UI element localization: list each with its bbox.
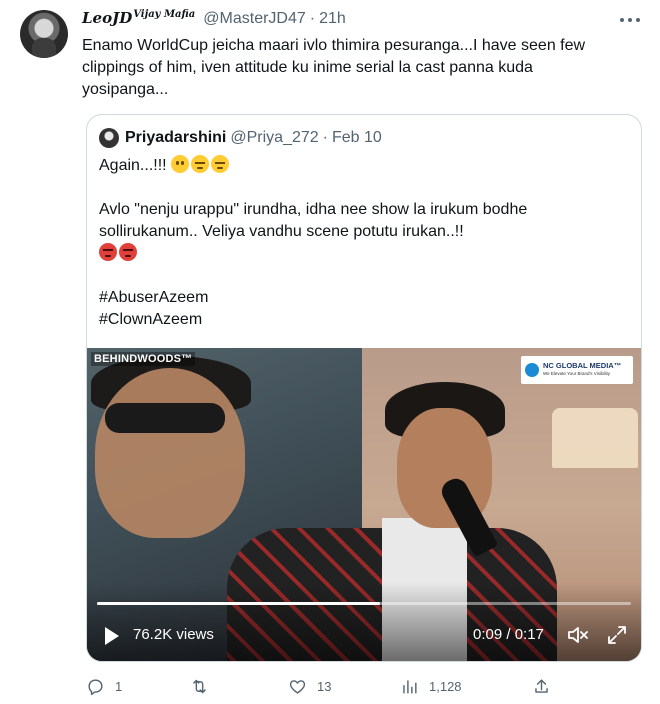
timestamp[interactable]: 21h — [319, 10, 346, 28]
handle[interactable]: @MasterJD47 — [203, 10, 306, 28]
heart-icon — [289, 679, 306, 694]
angry-face-icon — [99, 243, 117, 261]
views-button[interactable]: 1,128 — [400, 672, 462, 700]
video-brand-badge: NC GLOBAL MEDIA™ We Elevate Your Brand's… — [521, 356, 633, 384]
retweet-icon — [193, 679, 206, 693]
brand-name: NC GLOBAL MEDIA™ — [543, 361, 622, 370]
video-player[interactable]: BEHINDWOODS™ NC GLOBAL MEDIA™ We Elevate… — [87, 348, 641, 661]
quoted-tweet[interactable]: Priyadarshini @Priya_272 · Feb 10 Again.… — [86, 114, 642, 662]
brand-tagline: We Elevate Your Brand's Visibility — [543, 371, 610, 376]
pensive-face-icon — [211, 155, 230, 173]
mute-icon[interactable] — [567, 625, 589, 645]
reply-icon — [88, 678, 103, 695]
quoted-tweet-header: Priyadarshini @Priya_272 · Feb 10 — [99, 128, 382, 148]
share-icon — [535, 678, 548, 693]
video-watermark: BEHINDWOODS™ — [91, 352, 196, 366]
quoted-timestamp[interactable]: Feb 10 — [332, 129, 382, 147]
video-view-count: 76.2K views — [133, 626, 214, 643]
tweet[interactable]: LeoJD Vijay Mafia @MasterJD47 · 21h Enam… — [0, 0, 660, 704]
reply-count: 1 — [115, 678, 123, 694]
like-count: 13 — [317, 678, 332, 694]
quoted-text-again: Again...!!! — [99, 157, 167, 174]
hashtag-clownazeem[interactable]: #ClownAzeem — [99, 309, 627, 331]
quoted-tweet-text: Again...!!! Avlo "nenju urappu" irundha,… — [99, 155, 627, 331]
tweet-text: Enamo WorldCup jeicha maari ivlo thimira… — [82, 37, 586, 98]
pensive-face-icon — [191, 155, 210, 173]
tweet-header: LeoJD Vijay Mafia @MasterJD47 · 21h — [82, 9, 346, 31]
quoted-line-2: Avlo "nenju urappu" irundha, idha nee sh… — [99, 201, 528, 240]
tweet-actions: 1 13 1,128 — [82, 672, 562, 700]
views-count: 1,128 — [429, 678, 462, 694]
separator-dot: · — [322, 129, 328, 146]
angry-face-icon — [119, 243, 137, 261]
video-progress-bar[interactable] — [97, 602, 631, 605]
quoted-emoji-line — [99, 243, 627, 265]
quoted-avatar[interactable] — [99, 128, 119, 148]
views-chart-icon — [403, 679, 417, 694]
display-name-suffix[interactable]: Vijay Mafia — [133, 9, 195, 20]
play-icon[interactable] — [105, 627, 119, 645]
share-button[interactable] — [532, 672, 561, 700]
display-name[interactable]: LeoJD — [82, 9, 132, 27]
video-progress-fill — [97, 602, 381, 605]
reply-button[interactable]: 1 — [86, 672, 122, 700]
expand-icon[interactable] — [607, 625, 627, 645]
quoted-display-name[interactable]: Priyadarshini — [125, 129, 226, 147]
quoted-handle[interactable]: @Priya_272 — [230, 129, 318, 147]
avatar[interactable] — [20, 10, 68, 58]
hashtag-abuserazeem[interactable]: #AbuserAzeem — [99, 287, 627, 309]
worried-face-icon — [171, 155, 190, 173]
retweet-button[interactable] — [190, 672, 219, 700]
like-button[interactable]: 13 — [288, 672, 331, 700]
video-timestamp: 0:09 / 0:17 — [473, 626, 544, 643]
more-options-icon[interactable] — [620, 12, 640, 28]
brand-logo-icon — [525, 363, 539, 377]
separator-dot: · — [309, 10, 316, 27]
quoted-line-1: Again...!!! — [99, 155, 627, 177]
